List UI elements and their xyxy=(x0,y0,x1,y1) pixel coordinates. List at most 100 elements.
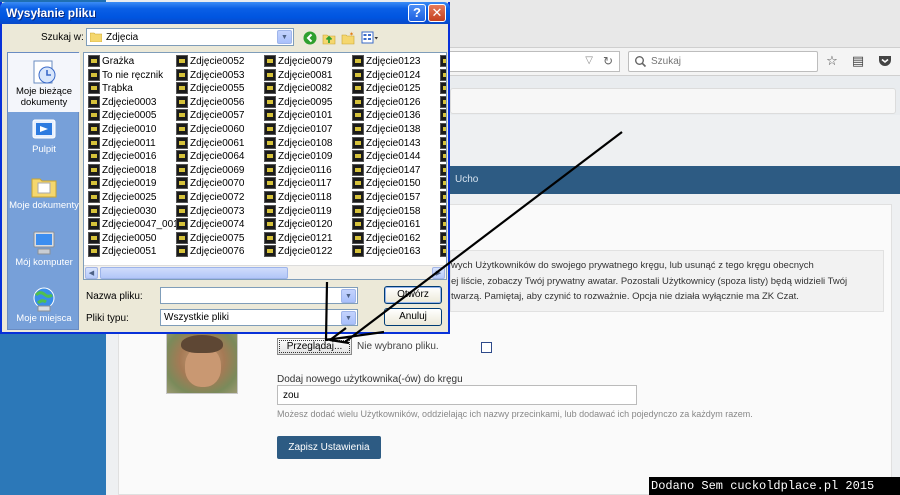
place-recent-documents[interactable]: Moje bieżące dokumenty xyxy=(8,53,80,112)
file-item[interactable]: Zdjęcie0125 xyxy=(352,82,420,95)
file-item[interactable]: Zdjęcie0157 xyxy=(352,191,420,204)
chevron-down-icon[interactable]: ▼ xyxy=(341,289,356,303)
file-item[interactable]: Zdjęcie0107 xyxy=(264,123,332,136)
add-user-input[interactable]: zou xyxy=(277,385,637,405)
file-item[interactable]: Zdjęcie0052 xyxy=(176,55,244,68)
filetype-select[interactable]: Wszystkie pliki ▼ xyxy=(160,309,358,326)
file-item[interactable]: Trąbka xyxy=(88,82,133,95)
file-item[interactable]: Zdjęcie0121 xyxy=(264,231,332,245)
up-folder-icon[interactable] xyxy=(322,31,336,45)
file-list[interactable]: Grażka To nie ręcznik Trąbka Zdjęcie0003 Zdj… xyxy=(83,52,447,280)
file-item[interactable]: Zdjęcie0051 xyxy=(88,245,156,258)
file-item[interactable]: Zdjęcie0030 xyxy=(88,204,156,218)
file-item[interactable]: Zdjęcie0147 xyxy=(352,163,420,177)
file-item[interactable]: Zdjęcie0050 xyxy=(88,231,156,245)
file-item[interactable]: Zdjęcie0119 xyxy=(264,204,332,218)
file-item[interactable] xyxy=(440,68,446,82)
file-item[interactable]: Zdjęcie0120 xyxy=(264,218,332,231)
lookin-select[interactable]: Zdjęcia ▼ xyxy=(86,28,294,46)
file-item[interactable]: Zdjęcie0161 xyxy=(352,218,420,231)
file-item[interactable] xyxy=(440,231,446,245)
place-my-computer[interactable]: Mój komputer xyxy=(8,230,80,268)
file-item[interactable]: Zdjęcie0057 xyxy=(176,109,244,122)
file-item[interactable]: Zdjęcie0095 xyxy=(264,95,332,109)
file-item[interactable] xyxy=(440,218,446,231)
file-item[interactable]: Zdjęcie0163 xyxy=(352,245,420,258)
file-item[interactable]: Zdjęcie0143 xyxy=(352,136,420,150)
file-item[interactable]: Zdjęcie0138 xyxy=(352,123,420,136)
browse-button[interactable]: Przeglądaj... xyxy=(277,338,352,355)
file-item[interactable]: Zdjęcie0016 xyxy=(88,150,156,163)
file-item[interactable]: Zdjęcie0070 xyxy=(176,177,244,190)
file-item[interactable]: Zdjęcie0144 xyxy=(352,150,420,163)
file-item[interactable] xyxy=(440,123,446,136)
scroll-thumb[interactable] xyxy=(100,267,288,279)
file-item[interactable]: Zdjęcie0064 xyxy=(176,150,244,163)
search-bar[interactable] xyxy=(628,51,818,72)
file-item[interactable]: Zdjęcie0073 xyxy=(176,204,244,218)
file-item[interactable]: To nie ręcznik xyxy=(88,68,163,82)
file-item[interactable] xyxy=(440,177,446,190)
file-item[interactable]: Zdjęcie0118 xyxy=(264,191,332,204)
dialog-titlebar[interactable]: Wysyłanie pliku ? ✕ xyxy=(0,2,450,24)
file-item[interactable]: Zdjęcie0122 xyxy=(264,245,332,258)
file-item[interactable] xyxy=(440,163,446,177)
file-item[interactable]: Zdjęcie0108 xyxy=(264,136,332,150)
file-item[interactable] xyxy=(440,55,446,68)
file-item[interactable]: Zdjęcie0061 xyxy=(176,136,244,150)
file-item[interactable]: Zdjęcie0047_001 xyxy=(88,218,179,231)
file-item[interactable] xyxy=(440,95,446,109)
file-item[interactable]: Zdjęcie0136 xyxy=(352,109,420,122)
nav-item[interactable]: Ucho xyxy=(455,174,478,185)
pocket-icon[interactable] xyxy=(877,53,893,69)
file-item[interactable] xyxy=(440,191,446,204)
filename-input[interactable]: ▼ xyxy=(160,287,358,304)
reading-list-icon[interactable]: ▤ xyxy=(850,53,866,69)
chevron-down-icon[interactable]: ▼ xyxy=(277,30,292,44)
file-item[interactable]: Zdjęcie0053 xyxy=(176,68,244,82)
url-bar[interactable]: ▽ ↻ xyxy=(450,51,620,72)
url-dropdown-icon[interactable]: ▽ xyxy=(585,55,593,66)
file-item[interactable]: Zdjęcie0072 xyxy=(176,191,244,204)
file-item[interactable]: Zdjęcie0011 xyxy=(88,136,156,150)
file-item[interactable]: Zdjęcie0010 xyxy=(88,123,156,136)
file-item[interactable] xyxy=(440,109,446,122)
bookmark-star-icon[interactable]: ☆ xyxy=(824,53,840,69)
file-item[interactable]: Zdjęcie0109 xyxy=(264,150,332,163)
place-network[interactable]: Moje miejsca xyxy=(8,286,80,324)
file-item[interactable]: Zdjęcie0101 xyxy=(264,109,332,122)
file-item[interactable]: Zdjęcie0069 xyxy=(176,163,244,177)
file-item[interactable] xyxy=(440,245,446,258)
close-button[interactable]: ✕ xyxy=(428,4,446,22)
open-button[interactable]: Otwórz xyxy=(384,286,442,304)
file-item[interactable]: Zdjęcie0082 xyxy=(264,82,332,95)
scroll-left-icon[interactable]: ◀ xyxy=(85,267,98,279)
file-item[interactable]: Zdjęcie0081 xyxy=(264,68,332,82)
reload-icon[interactable]: ↻ xyxy=(603,54,613,68)
save-settings-button[interactable]: Zapisz Ustawienia xyxy=(277,436,381,459)
file-item[interactable]: Grażka xyxy=(88,55,134,68)
file-item[interactable]: Zdjęcie0124 xyxy=(352,68,420,82)
file-item[interactable]: Zdjęcie0158 xyxy=(352,204,420,218)
scroll-right-icon[interactable]: ▶ xyxy=(432,267,445,279)
search-input[interactable] xyxy=(649,54,809,69)
file-item[interactable] xyxy=(440,204,446,218)
file-item[interactable]: Zdjęcie0025 xyxy=(88,191,156,204)
new-folder-icon[interactable]: ✶ xyxy=(341,31,355,45)
file-item[interactable]: Zdjęcie0116 xyxy=(264,163,332,177)
file-item[interactable] xyxy=(440,82,446,95)
file-item[interactable]: Zdjęcie0019 xyxy=(88,177,156,190)
file-item[interactable]: Zdjęcie0074 xyxy=(176,218,244,231)
file-item[interactable]: Zdjęcie0150 xyxy=(352,177,420,190)
help-button[interactable]: ? xyxy=(408,4,426,22)
file-item[interactable]: Zdjęcie0003 xyxy=(88,95,156,109)
remove-avatar-checkbox[interactable] xyxy=(481,342,492,353)
file-item[interactable]: Zdjęcie0162 xyxy=(352,231,420,245)
file-item[interactable]: Zdjęcie0056 xyxy=(176,95,244,109)
file-item[interactable]: Zdjęcie0123 xyxy=(352,55,420,68)
place-desktop[interactable]: Pulpit xyxy=(8,117,80,155)
file-item[interactable]: Zdjęcie0079 xyxy=(264,55,332,68)
file-item[interactable]: Zdjęcie0075 xyxy=(176,231,244,245)
file-item[interactable]: Zdjęcie0018 xyxy=(88,163,156,177)
file-item[interactable]: Zdjęcie0060 xyxy=(176,123,244,136)
